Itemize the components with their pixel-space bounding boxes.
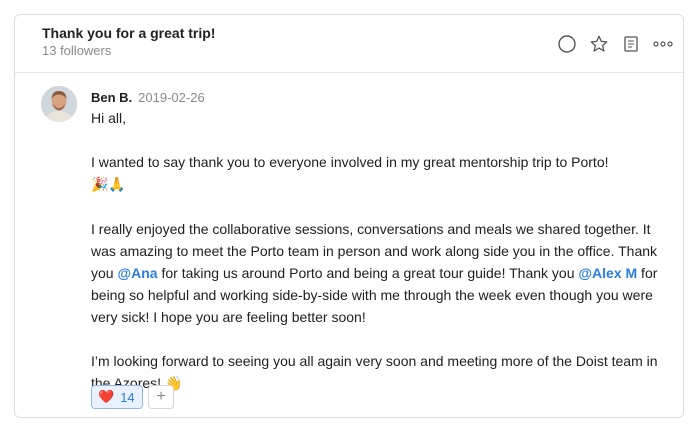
header-actions (547, 32, 675, 56)
paragraph-2-part-b: for taking us around Porto and being a g… (157, 265, 579, 281)
thread-title: Thank you for a great trip! (42, 25, 216, 41)
heart-reaction-button[interactable]: ❤️ 14 (91, 385, 143, 409)
avatar-portrait (41, 86, 77, 122)
followers-count[interactable]: 13 followers (42, 43, 111, 58)
avatar[interactable] (41, 86, 77, 122)
reactions-bar: ❤️ 14 + (91, 385, 174, 409)
paragraph-3: I’m looking forward to seeing you all ag… (91, 350, 671, 395)
comment-body: Hi all, I wanted to say thank you to eve… (91, 107, 671, 395)
comment: Ben B. 2019-02-26 Hi all, I wanted to say… (91, 89, 671, 395)
comment-date[interactable]: 2019-02-26 (138, 90, 205, 105)
heart-reaction-count: 14 (120, 389, 135, 405)
thread-header: Thank you for a great trip! 13 followers (15, 15, 683, 73)
party-pray-emoji: 🎉🙏 (91, 177, 126, 193)
notebook-icon[interactable] (619, 32, 643, 56)
paragraph-1: I wanted to say thank you to everyone in… (91, 151, 671, 196)
circle-icon[interactable] (555, 32, 579, 56)
heart-icon: ❤️ (98, 389, 115, 404)
paragraph-1-text: I wanted to say thank you to everyone in… (91, 154, 609, 170)
more-icon[interactable] (651, 32, 675, 56)
mention-ana[interactable]: @Ana (117, 265, 157, 281)
paragraph-2: I really enjoyed the collaborative sessi… (91, 218, 671, 328)
mention-alex-m[interactable]: @Alex M (578, 265, 637, 281)
star-icon[interactable] (587, 32, 611, 56)
add-reaction-button[interactable]: + (148, 385, 174, 409)
greeting-text: Hi all, (91, 110, 127, 126)
comment-author[interactable]: Ben B. (91, 90, 132, 105)
comment-meta: Ben B. 2019-02-26 (91, 89, 671, 107)
thread-card: Thank you for a great trip! 13 followers (14, 14, 684, 418)
